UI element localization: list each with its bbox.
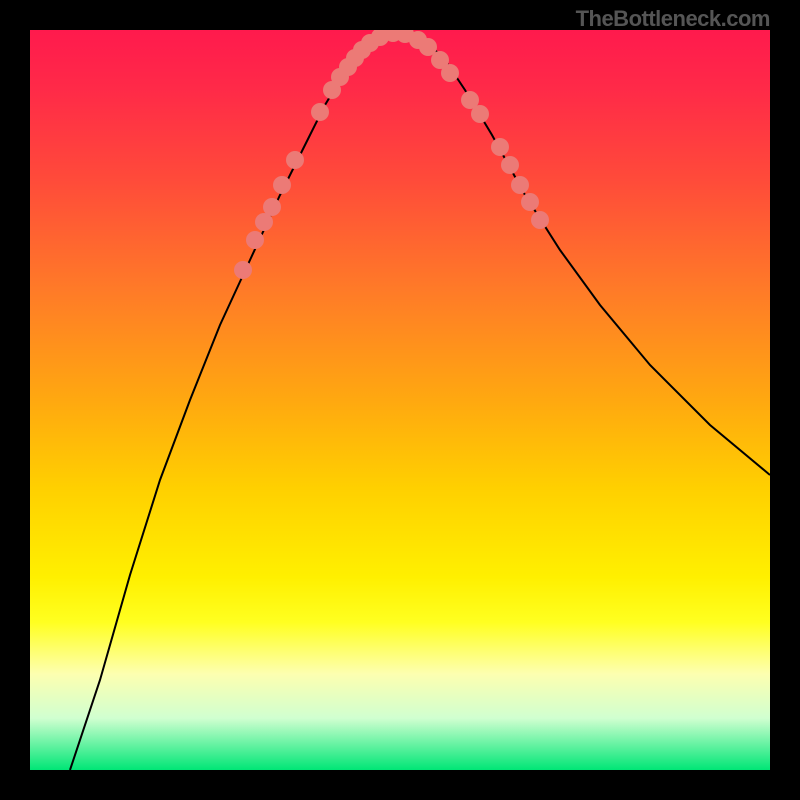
plot-area	[30, 30, 770, 770]
data-point	[531, 211, 549, 229]
data-point	[491, 138, 509, 156]
curve-line	[70, 33, 770, 770]
data-point	[501, 156, 519, 174]
data-point	[521, 193, 539, 211]
data-point	[234, 261, 252, 279]
data-point	[246, 231, 264, 249]
data-point	[263, 198, 281, 216]
data-point	[511, 176, 529, 194]
chart-svg	[30, 30, 770, 770]
data-point	[286, 151, 304, 169]
attribution-text: TheBottleneck.com	[576, 6, 770, 32]
data-point	[471, 105, 489, 123]
data-point	[273, 176, 291, 194]
scatter-points	[234, 30, 549, 279]
data-point	[441, 64, 459, 82]
data-point	[311, 103, 329, 121]
